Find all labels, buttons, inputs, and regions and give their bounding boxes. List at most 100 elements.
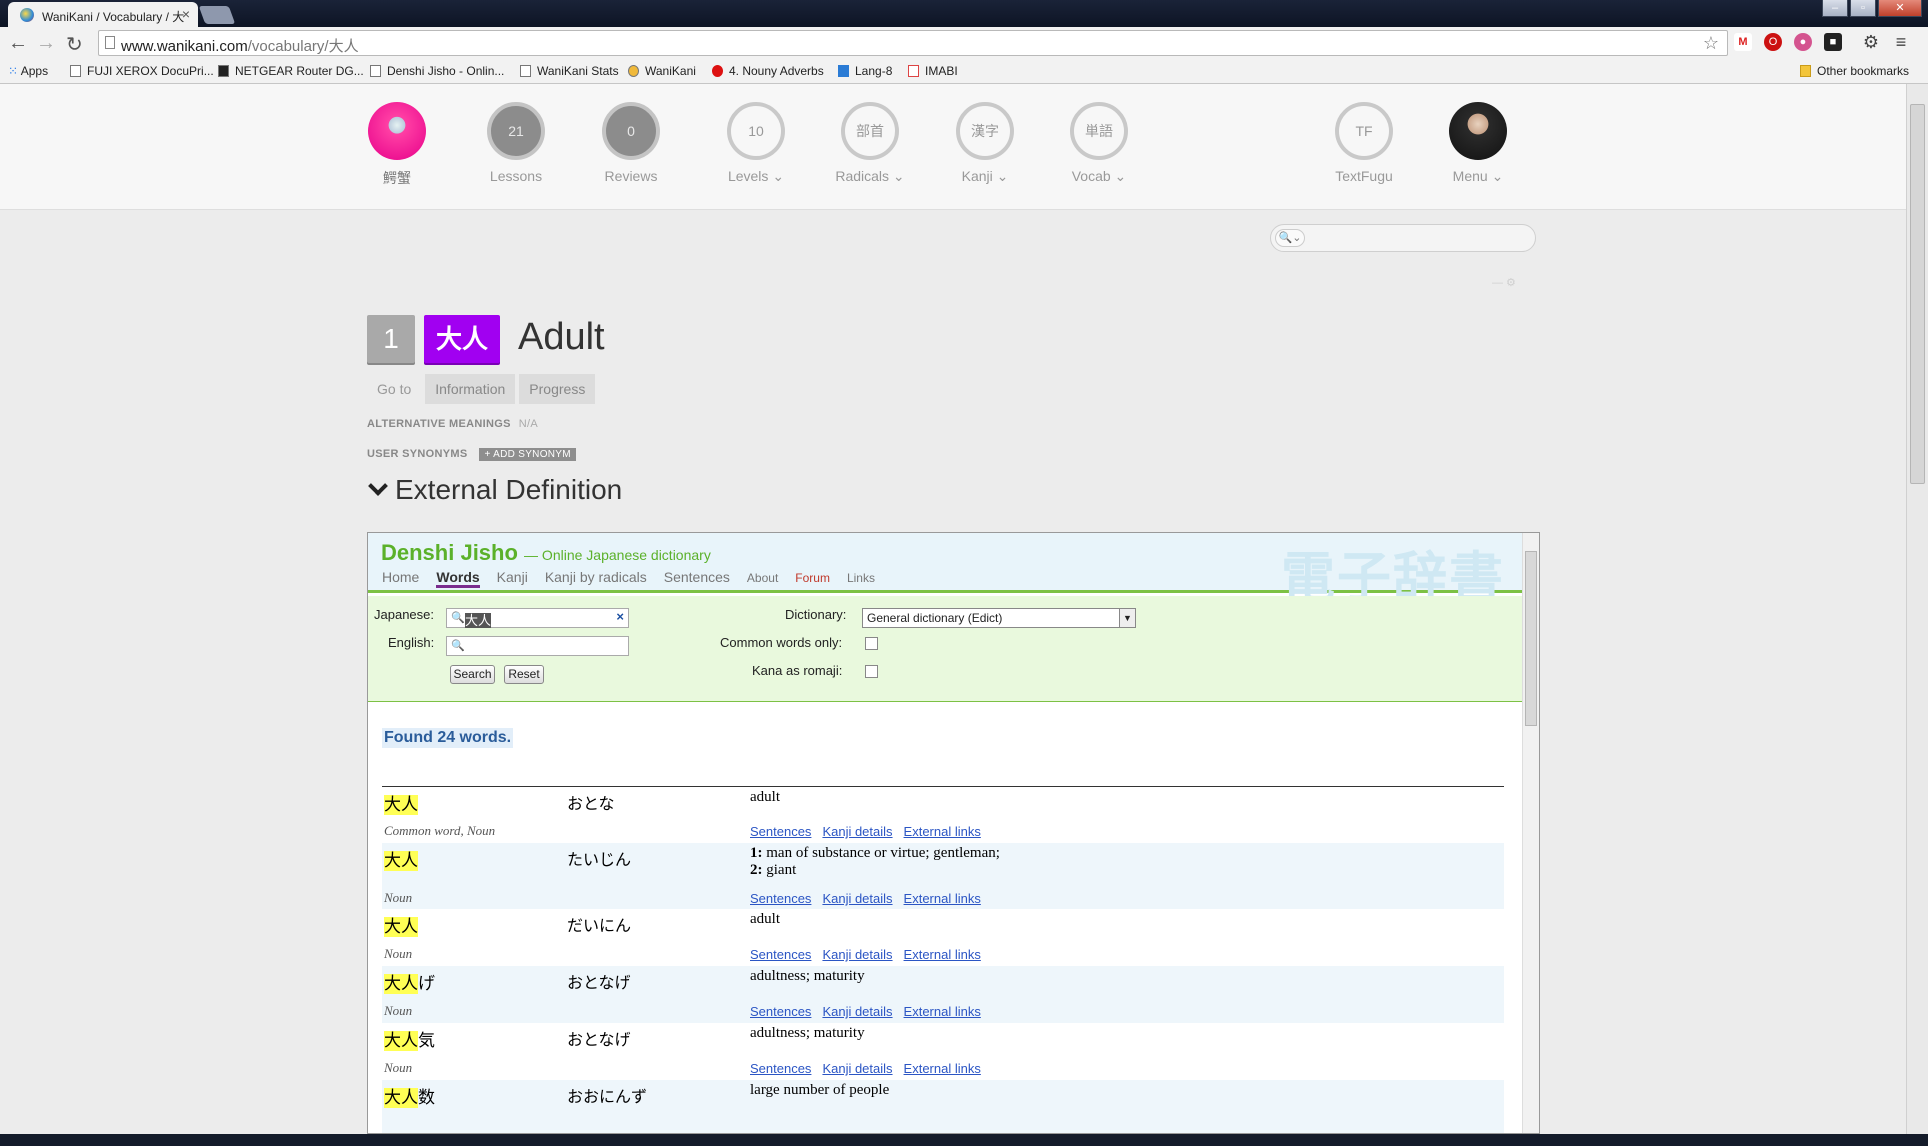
browser-tab[interactable]: WaniKani / Vocabulary / 大 ×	[8, 2, 198, 27]
bookmark-lang-8[interactable]: Lang-8	[838, 64, 892, 78]
sentences-link[interactable]: Sentences	[750, 824, 811, 839]
jisho-scroll-thumb[interactable]	[1525, 551, 1537, 726]
jisho-nav-home[interactable]: Home	[382, 569, 419, 588]
bookmark-nouny-adverbs[interactable]: 4. Nouny Adverbs	[712, 64, 824, 78]
external-links-link[interactable]: External links	[904, 947, 981, 962]
bookmark-wanikani-stats[interactable]: WaniKani Stats	[520, 64, 619, 78]
kanji-details-link[interactable]: Kanji details	[822, 947, 892, 962]
clear-icon[interactable]: ×	[616, 609, 624, 624]
page-scroll-thumb[interactable]	[1910, 104, 1925, 484]
sentences-link[interactable]: Sentences	[750, 1061, 811, 1076]
kanji-details-link[interactable]: Kanji details	[822, 824, 892, 839]
kanji-details-link[interactable]: Kanji details	[822, 1004, 892, 1019]
subnav-information-button[interactable]: Information	[425, 374, 516, 404]
nav-user[interactable]: 鰐蟹	[352, 102, 442, 188]
subnav-go-to: Go to	[377, 381, 412, 397]
nav-menu[interactable]: Menu ⌄	[1433, 102, 1523, 185]
extension-pink-icon[interactable]: ●	[1794, 33, 1812, 51]
jisho-nav-forum[interactable]: Forum	[795, 569, 830, 588]
dictionary-select[interactable]: General dictionary (Edict) ▼	[862, 608, 1136, 628]
other-bookmarks[interactable]: Other bookmarks	[1800, 64, 1909, 78]
profile-avatar	[1449, 102, 1507, 160]
nav-lessons[interactable]: 21 Lessons	[471, 102, 561, 184]
bookmark-denshi-jisho[interactable]: Denshi Jisho - Onlin...	[370, 64, 504, 78]
sentences-link[interactable]: Sentences	[750, 947, 811, 962]
jisho-nav-sentences[interactable]: Sentences	[664, 569, 730, 588]
settings-gear-icon[interactable]: ⚙	[1862, 33, 1880, 51]
bookmark-fuji-xerox[interactable]: FUJI XEROX DocuPri...	[70, 64, 214, 78]
result-word[interactable]: 大人	[384, 790, 418, 815]
reset-button[interactable]: Reset	[504, 665, 544, 684]
external-links-link[interactable]: External links	[904, 824, 981, 839]
nav-kanji[interactable]: 漢字 Kanji ⌄	[940, 102, 1030, 185]
common-words-checkbox[interactable]	[865, 637, 878, 650]
jisho-scrollbar[interactable]	[1522, 533, 1539, 1133]
bookmark-imabi[interactable]: IMABI	[908, 64, 958, 78]
nav-vocab[interactable]: 単語 Vocab ⌄	[1054, 102, 1144, 185]
forward-icon[interactable]: →	[36, 32, 56, 55]
jisho-nav-words[interactable]: Words	[436, 569, 480, 588]
bookmark-wanikani[interactable]: WaniKani	[628, 64, 696, 78]
reload-icon[interactable]: ↻	[66, 32, 83, 57]
external-definition-toggle[interactable]: External Definition	[367, 474, 622, 506]
back-icon[interactable]: ←	[8, 32, 28, 55]
result-word[interactable]: 大人	[384, 846, 418, 871]
new-tab-button[interactable]	[198, 6, 236, 24]
sentences-link[interactable]: Sentences	[750, 1004, 811, 1019]
kanji-details-link[interactable]: Kanji details	[822, 1061, 892, 1076]
maximize-button[interactable]: ▫	[1850, 0, 1876, 17]
url-path: /vocabulary/大人	[247, 38, 359, 55]
chrome-menu-icon[interactable]: ≡	[1892, 33, 1910, 51]
browser-toolbar: ← → ↻ www.wanikani.com/vocabulary/大人 ☆	[0, 27, 1928, 59]
nav-textfugu[interactable]: TF TextFugu	[1319, 102, 1409, 184]
external-links-link[interactable]: External links	[904, 891, 981, 906]
search-icon[interactable]: 🔍⌄	[1275, 229, 1305, 247]
reviews-count: 0	[602, 102, 660, 160]
result-word[interactable]: 大人気	[384, 1026, 435, 1051]
bookmark-label: Apps	[20, 64, 49, 78]
reviews-label: Reviews	[604, 168, 658, 184]
external-links-link[interactable]: External links	[904, 1004, 981, 1019]
tomato-icon	[712, 65, 723, 77]
search-bar[interactable]: 🔍⌄	[1270, 224, 1536, 252]
jisho-nav-kanji-radicals[interactable]: Kanji by radicals	[545, 569, 647, 588]
nav-levels[interactable]: 10 Levels ⌄	[711, 102, 801, 185]
extension-badge-icon[interactable]: O	[1764, 33, 1782, 51]
nav-reviews[interactable]: 0 Reviews	[586, 102, 676, 184]
external-links-link[interactable]: External links	[904, 1061, 981, 1076]
result-tags: Noun	[384, 890, 413, 905]
kanji-details-link[interactable]: Kanji details	[822, 891, 892, 906]
subnav-progress-button[interactable]: Progress	[519, 374, 596, 404]
result-word[interactable]: 大人	[384, 912, 418, 937]
bookmark-label: 4. Nouny Adverbs	[729, 64, 824, 78]
jisho-nav-about[interactable]: About	[747, 569, 778, 588]
result-word[interactable]: 大人数	[384, 1083, 435, 1108]
gmail-icon[interactable]: M	[1734, 33, 1752, 51]
result-tags: Noun	[384, 1003, 413, 1018]
result-word[interactable]: 大人げ	[384, 969, 435, 994]
chevron-down-icon	[368, 476, 388, 496]
page-icon	[70, 65, 81, 77]
lessons-count: 21	[487, 102, 545, 160]
extension-dark-icon[interactable]: ■	[1824, 33, 1842, 51]
bookmark-netgear[interactable]: NETGEAR Router DG...	[218, 64, 364, 78]
minimize-button[interactable]: –	[1822, 0, 1848, 17]
page-scrollbar[interactable]	[1906, 84, 1928, 1134]
japanese-input[interactable]: 🔍 大人 ×	[446, 608, 629, 628]
jisho-nav-kanji[interactable]: Kanji	[497, 569, 528, 588]
bookmark-apps[interactable]: ⁙ Apps	[8, 64, 48, 78]
jisho-logo[interactable]: Denshi Jisho — Online Japanese dictionar…	[381, 540, 711, 566]
address-bar[interactable]: www.wanikani.com/vocabulary/大人 ☆	[98, 30, 1728, 56]
nav-radicals[interactable]: 部首 Radicals ⌄	[825, 102, 915, 185]
kana-romaji-checkbox[interactable]	[865, 665, 878, 678]
english-input[interactable]: 🔍	[446, 636, 629, 656]
close-window-button[interactable]: ✕	[1878, 0, 1922, 17]
level-badge[interactable]: 1	[367, 315, 415, 363]
jisho-nav-links[interactable]: Links	[847, 569, 875, 588]
sentences-link[interactable]: Sentences	[750, 891, 811, 906]
add-synonym-button[interactable]: + ADD SYNONYM	[479, 448, 576, 461]
window-titlebar: WaniKani / Vocabulary / 大 × – ▫ ✕	[0, 0, 1928, 27]
close-tab-icon[interactable]: ×	[182, 6, 190, 22]
search-button[interactable]: Search	[450, 665, 495, 684]
bookmark-star-icon[interactable]: ☆	[1703, 33, 1719, 54]
